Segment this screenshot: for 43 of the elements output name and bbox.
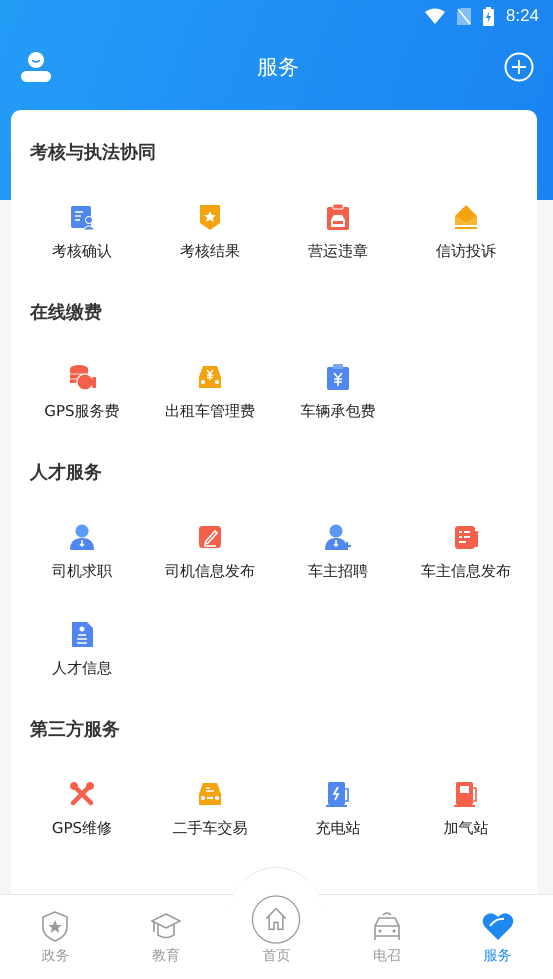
service-item[interactable]: 信访投诉 [436,203,496,261]
charging-station-icon [324,780,352,808]
coins-icon [68,363,96,391]
section-title: 人才服务 [30,461,103,485]
service-item[interactable]: 车主信息发布 [421,523,511,581]
newspaper-icon [452,523,480,551]
service-item[interactable]: 二手车交易 [172,780,248,838]
section-title: 在线缴费 [30,301,103,325]
service-item[interactable]: 司机求职 [52,523,112,581]
service-item[interactable]: 人才信息 [52,620,112,678]
person-icon [68,523,96,551]
plus-icon [504,52,534,82]
service-item[interactable]: 考核结果 [180,203,240,261]
add-button[interactable] [504,52,534,82]
taxi-yen-icon [196,363,224,391]
fuel-pump-icon [452,780,480,808]
status-time: 8:24 [506,6,539,26]
service-item[interactable]: 考核确认 [52,203,112,261]
car-icon [196,780,224,808]
service-item[interactable]: 充电站 [316,780,360,838]
service-item[interactable]: 加气站 [444,780,488,838]
section-title: 考核与执法协同 [30,141,157,165]
battery-charging-icon [482,6,494,26]
service-item[interactable]: 出租车管理费 [165,363,255,421]
service-item[interactable]: 车主招聘 [308,523,368,581]
pencil-note-icon [196,523,224,551]
document-person-icon [68,203,96,231]
wifi-icon [424,8,445,24]
user-icon [20,51,52,83]
envelope-icon [452,203,480,231]
service-item[interactable]: GPS服务费 [44,363,120,421]
tab[interactable]: 服务 [442,895,553,979]
service-item[interactable]: 司机信息发布 [165,523,255,581]
clipboard-yen-icon [324,363,352,391]
page-title: 服务 [257,54,299,81]
no-sim-icon [456,8,471,24]
profile-button[interactable] [20,51,52,83]
service-item[interactable]: 营运违章 [308,203,368,261]
section-title: 第三方服务 [30,718,121,742]
wrench-screwdriver-icon [68,780,96,808]
service-item[interactable]: 车辆承包费 [300,363,376,421]
person-plus-icon [324,523,352,551]
service-item[interactable]: GPS维修 [52,780,112,838]
